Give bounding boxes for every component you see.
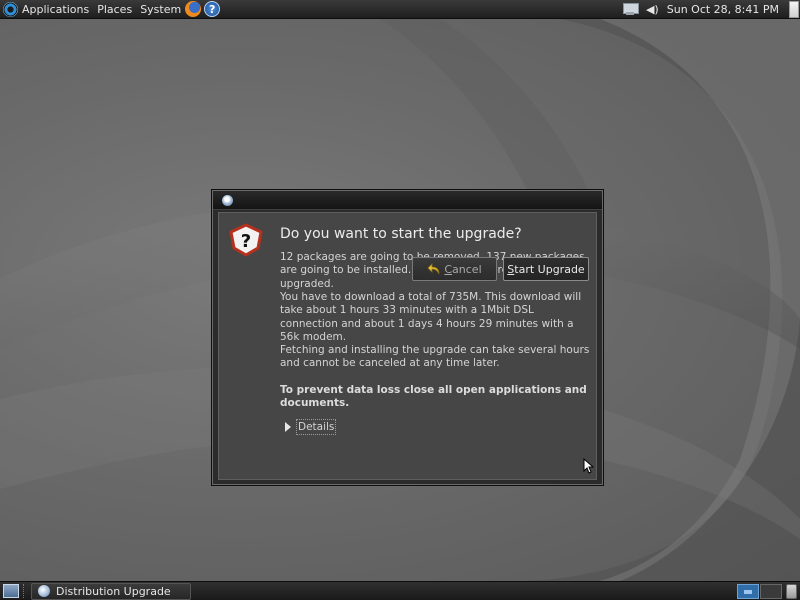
- top-panel: Applications Places System ? ◀) Sun Oct …: [0, 0, 800, 19]
- dialog-heading: Do you want to start the upgrade?: [280, 226, 522, 242]
- details-label: Details: [296, 419, 337, 435]
- cancel-button[interactable]: Cancel: [412, 257, 497, 281]
- taskbar-item-label: Distribution Upgrade: [56, 584, 171, 598]
- firefox-icon[interactable]: [185, 1, 202, 17]
- volume-icon[interactable]: ◀): [646, 3, 659, 16]
- upgrade-app-icon: [222, 195, 233, 206]
- data-loss-warning: To prevent data loss close all open appl…: [280, 384, 587, 410]
- download-estimate-text: You have to download a total of 735M. Th…: [280, 291, 582, 343]
- distribution-logo-icon: [3, 1, 18, 17]
- svg-text:?: ?: [241, 231, 251, 252]
- system-menu[interactable]: System: [140, 3, 181, 16]
- system-tray: ◀) Sun Oct 28, 8:41 PM: [622, 0, 800, 19]
- duration-warning-text: Fetching and installing the upgrade can …: [280, 344, 590, 370]
- question-icon: ?: [229, 223, 263, 257]
- show-desktop-icon[interactable]: [3, 584, 19, 598]
- workspace-switcher: [737, 583, 782, 599]
- applications-menu[interactable]: Applications: [3, 1, 90, 17]
- applications-menu-label: Applications: [22, 2, 90, 16]
- help-icon[interactable]: ?: [204, 1, 221, 17]
- workspace-2[interactable]: [760, 583, 782, 599]
- workspace-1[interactable]: [737, 583, 759, 599]
- shutdown-icon[interactable]: [789, 0, 799, 18]
- cancel-label: Cancel: [444, 262, 482, 276]
- dialog-content: ? Do you want to start the upgrade? 12 p…: [218, 212, 597, 480]
- dialog-titlebar[interactable]: [213, 191, 602, 210]
- panel-separator: [23, 584, 27, 598]
- undo-icon: [427, 263, 440, 275]
- start-upgrade-label: Start Upgrade: [507, 262, 585, 276]
- mouse-pointer-icon: [583, 458, 594, 474]
- network-icon[interactable]: [622, 3, 639, 15]
- upgrade-dialog: ? Do you want to start the upgrade? 12 p…: [211, 189, 604, 486]
- trash-icon[interactable]: [786, 583, 797, 599]
- details-expander[interactable]: Details: [280, 419, 337, 435]
- clock[interactable]: Sun Oct 28, 8:41 PM: [667, 3, 779, 16]
- taskbar-item-distribution-upgrade[interactable]: Distribution Upgrade: [31, 582, 191, 600]
- expander-arrow-icon: [285, 422, 291, 432]
- places-menu[interactable]: Places: [97, 3, 132, 16]
- start-upgrade-button[interactable]: Start Upgrade: [503, 257, 589, 281]
- bottom-panel: Distribution Upgrade: [0, 581, 800, 600]
- upgrade-app-icon: [38, 585, 50, 597]
